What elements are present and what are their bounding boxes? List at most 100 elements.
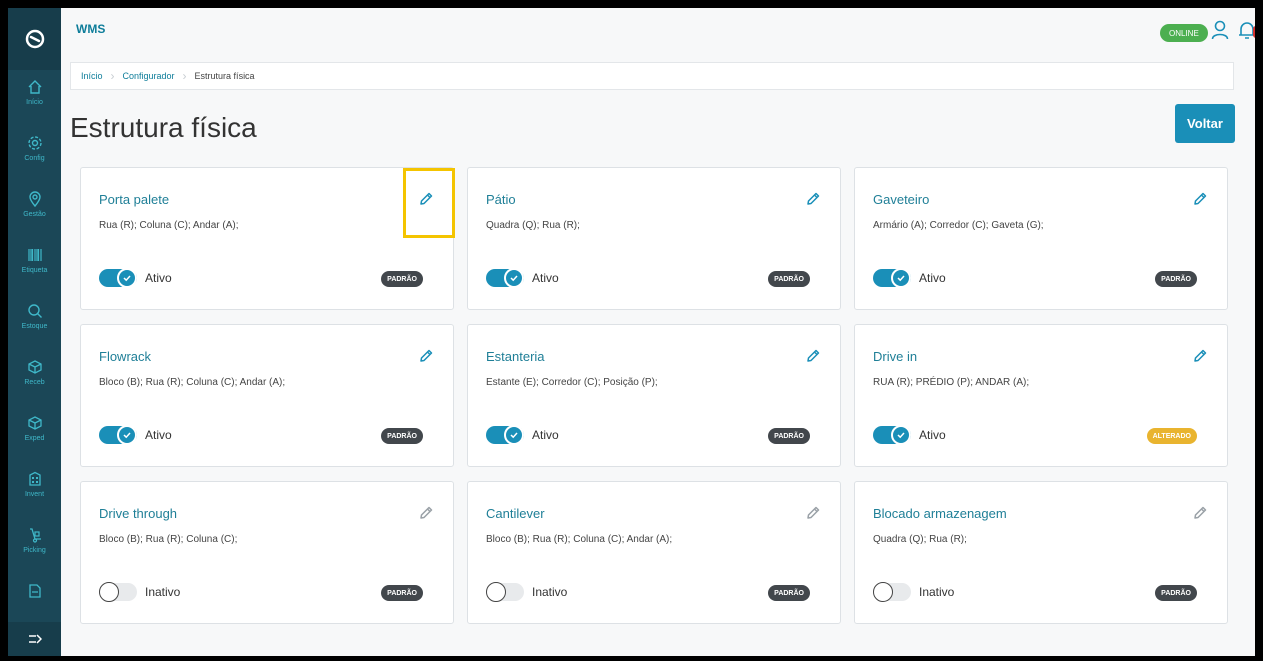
gear-icon	[26, 134, 44, 152]
type-badge: PADRÃO	[381, 428, 423, 444]
status-toggle-row: Ativo	[873, 425, 946, 445]
card-description: Bloco (B); Rua (R); Coluna (C); Andar (A…	[99, 377, 286, 388]
back-button[interactable]: Voltar	[1175, 104, 1235, 143]
app-window: Início Config Gestão Etiqueta Estoque Re…	[8, 8, 1255, 656]
status-toggle[interactable]	[873, 425, 911, 445]
status-toggle[interactable]	[99, 425, 137, 445]
type-badge: PADRÃO	[768, 585, 810, 601]
status-toggle[interactable]	[873, 268, 911, 288]
status-label: Ativo	[145, 428, 172, 442]
status-toggle[interactable]	[873, 582, 911, 602]
sidebar-item-config[interactable]: Config	[8, 126, 61, 182]
toggle-knob	[891, 268, 911, 288]
status-toggle-row: Inativo	[486, 582, 567, 602]
type-badge: PADRÃO	[381, 585, 423, 601]
structure-card: Porta palete Rua (R); Coluna (C); Andar (…	[80, 167, 455, 310]
toggle-knob	[504, 268, 524, 288]
edit-pencil-icon[interactable]	[1191, 504, 1209, 522]
card-title: Estanteria	[486, 349, 545, 364]
status-toggle[interactable]	[486, 425, 524, 445]
sidebar: Início Config Gestão Etiqueta Estoque Re…	[8, 8, 61, 656]
checkmark-icon	[510, 275, 518, 282]
home-icon	[26, 78, 44, 96]
toggle-knob	[891, 425, 911, 445]
edit-pencil-icon[interactable]	[804, 504, 822, 522]
edit-pencil-icon[interactable]	[1191, 347, 1209, 365]
toggle-knob	[117, 425, 137, 445]
sidebar-item-receb[interactable]: Receb	[8, 350, 61, 406]
page-title: Estrutura física	[70, 112, 257, 143]
status-toggle-row: Inativo	[873, 582, 954, 602]
status-label: Ativo	[532, 271, 559, 285]
edit-pencil-icon[interactable]	[417, 504, 435, 522]
breadcrumb-item-current: Estrutura física	[194, 71, 255, 81]
breadcrumb-separator: ›	[110, 69, 115, 83]
status-toggle[interactable]	[99, 582, 137, 602]
card-description: Rua (R); Coluna (C); Andar (A);	[99, 220, 239, 231]
card-description: Bloco (B); Rua (R); Coluna (C);	[99, 534, 238, 545]
status-label: Inativo	[532, 585, 568, 599]
structure-card: Gaveteiro Armário (A); Corredor (C); Gave…	[854, 167, 1228, 310]
edit-pencil-icon[interactable]	[804, 190, 822, 208]
checkmark-icon	[510, 432, 518, 439]
sidebar-item-label: Receb	[24, 379, 45, 386]
breadcrumb-item-inicio[interactable]: Início	[81, 71, 103, 81]
card-title: Gaveteiro	[873, 192, 930, 207]
type-badge: PADRÃO	[1155, 271, 1197, 287]
sidebar-item-gestao[interactable]: Gestão	[8, 182, 61, 238]
status-toggle[interactable]	[486, 582, 524, 602]
card-description: Quadra (Q); Rua (R);	[873, 534, 967, 545]
status-toggle-row: Ativo	[99, 425, 172, 445]
breadcrumb-item-configurador[interactable]: Configurador	[123, 71, 175, 81]
expand-arrow-icon	[28, 634, 42, 644]
sidebar-item-picking[interactable]: Picking	[8, 518, 61, 574]
status-toggle[interactable]	[99, 268, 137, 288]
expand-sidebar-button[interactable]	[8, 622, 61, 656]
card-description: Armário (A); Corredor (C); Gaveta (G);	[873, 220, 1044, 231]
sidebar-item-document[interactable]	[8, 574, 61, 614]
sidebar-item-exped[interactable]: Exped	[8, 406, 61, 462]
status-label: Ativo	[532, 428, 559, 442]
box-icon	[26, 414, 44, 432]
app-logo[interactable]	[8, 8, 61, 70]
search-icon	[26, 302, 44, 320]
edit-pencil-icon[interactable]	[804, 347, 822, 365]
edit-pencil-icon[interactable]	[417, 347, 435, 365]
sidebar-item-label: Gestão	[23, 211, 46, 218]
card-title: Drive in	[873, 349, 918, 364]
card-title: Flowrack	[99, 349, 152, 364]
status-toggle-row: Inativo	[99, 582, 180, 602]
card-title: Porta palete	[99, 192, 170, 207]
status-label: Inativo	[145, 585, 181, 599]
type-badge: PADRÃO	[381, 271, 423, 287]
sidebar-item-label: Exped	[24, 435, 45, 442]
status-toggle-row: Ativo	[99, 268, 172, 288]
type-badge: PADRÃO	[1155, 585, 1197, 601]
sidebar-item-invent[interactable]: Invent	[8, 462, 61, 518]
status-label: Inativo	[919, 585, 955, 599]
card-title: Cantilever	[486, 506, 545, 521]
sidebar-item-label: Picking	[23, 547, 46, 554]
sidebar-item-inicio[interactable]: Início	[8, 70, 61, 126]
location-pin-icon	[26, 190, 44, 208]
toggle-knob	[504, 425, 524, 445]
document-icon	[26, 582, 44, 600]
barcode-icon	[26, 246, 44, 264]
edit-pencil-icon[interactable]	[417, 190, 435, 208]
toggle-knob	[117, 268, 137, 288]
breadcrumb-separator: ›	[182, 69, 187, 83]
sidebar-item-label: Config	[24, 155, 45, 162]
checkmark-icon	[123, 275, 131, 282]
checkmark-icon	[897, 275, 905, 282]
user-icon[interactable]	[1211, 20, 1229, 45]
status-toggle[interactable]	[486, 268, 524, 288]
status-label: Ativo	[145, 271, 172, 285]
status-toggle-row: Ativo	[486, 425, 559, 445]
edit-pencil-icon[interactable]	[1191, 190, 1209, 208]
app-title: WMS	[76, 22, 106, 36]
box-icon	[26, 358, 44, 376]
card-description: RUA (R); PRÉDIO (P); ANDAR (A);	[873, 377, 1030, 388]
sidebar-item-estoque[interactable]: Estoque	[8, 294, 61, 350]
status-label: Ativo	[919, 271, 946, 285]
sidebar-item-etiqueta[interactable]: Etiqueta	[8, 238, 61, 294]
